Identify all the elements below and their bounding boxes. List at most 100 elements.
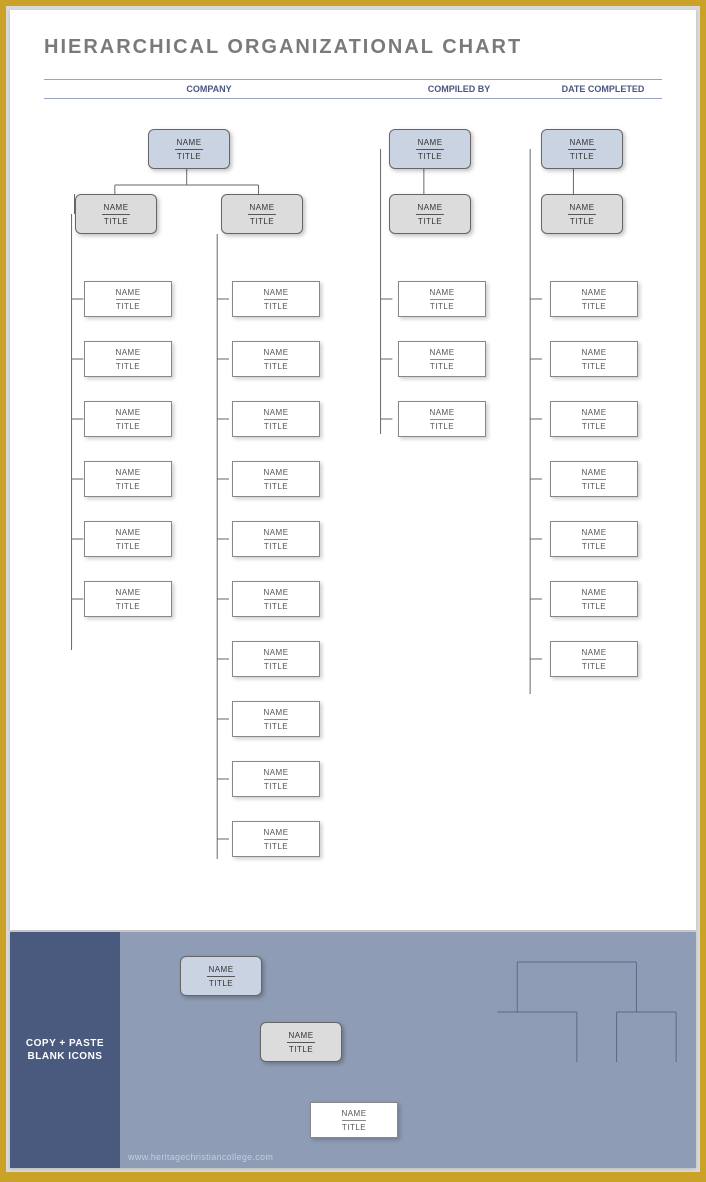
- divider-icon: [582, 599, 606, 600]
- node-name: NAME: [569, 203, 594, 212]
- leaf-name: NAME: [581, 648, 606, 657]
- leaf-b10: NAME TITLE: [232, 821, 320, 857]
- node-title: TITLE: [177, 152, 201, 161]
- leaf-a1: NAMETITLE: [84, 281, 172, 317]
- leaf-title: TITLE: [430, 422, 454, 431]
- leaf-title: TITLE: [264, 842, 288, 851]
- leaf-d2: NAMETITLE: [550, 341, 638, 377]
- leaf-title: TITLE: [264, 422, 288, 431]
- page2-heading-1: COPY + PASTE: [26, 1037, 104, 1050]
- leaf-name: NAME: [115, 408, 140, 417]
- divider-icon: [287, 1042, 315, 1043]
- node-title: TITLE: [570, 152, 594, 161]
- meta-row: COMPANY COMPILED BY DATE COMPLETED: [44, 79, 662, 99]
- leaf-b2: NAME TITLE: [232, 341, 320, 377]
- leaf-title: TITLE: [342, 1123, 366, 1132]
- node-name: NAME: [417, 138, 442, 147]
- leaf-name: NAME: [263, 828, 288, 837]
- leaf-name: NAME: [263, 708, 288, 717]
- leaf-name: NAME: [263, 648, 288, 657]
- page2-wrap: COPY + PASTE BLANK ICONS NAME T: [10, 932, 696, 1168]
- sample-leaf-node: NAME TITLE: [310, 1102, 398, 1138]
- leaf-name: NAME: [115, 468, 140, 477]
- divider-icon: [264, 839, 288, 840]
- leaf-name: NAME: [115, 588, 140, 597]
- node-title: TITLE: [418, 152, 442, 161]
- leaf-b7: NAMETITLE: [232, 641, 320, 677]
- org-chart: NAME TITLE NAME TITLE NAME TITLE NAME TI…: [44, 99, 662, 919]
- leaf-name: NAME: [263, 588, 288, 597]
- leaf-title: TITLE: [582, 422, 606, 431]
- divider-icon: [264, 599, 288, 600]
- divider-icon: [430, 359, 454, 360]
- divider-icon: [116, 479, 140, 480]
- leaf-title: TITLE: [264, 302, 288, 311]
- divider-icon: [264, 719, 288, 720]
- leaf-b4: NAMETITLE: [232, 461, 320, 497]
- leaf-name: NAME: [429, 288, 454, 297]
- header: HIERARCHICAL ORGANIZATIONAL CHART COMPAN…: [10, 10, 696, 99]
- top-node-2: NAME TITLE: [389, 129, 471, 169]
- leaf-d6: NAMETITLE: [550, 581, 638, 617]
- leaf-title: TITLE: [264, 782, 288, 791]
- mgr-node-c: NAME TITLE: [389, 194, 471, 234]
- leaf-title: TITLE: [264, 722, 288, 731]
- divider-icon: [264, 479, 288, 480]
- top-node-1: NAME TITLE: [148, 129, 230, 169]
- leaf-b6: NAMETITLE: [232, 581, 320, 617]
- leaf-title: TITLE: [264, 362, 288, 371]
- divider-icon: [102, 214, 130, 215]
- sample-grey-node: NAME TITLE: [260, 1022, 342, 1062]
- divider-icon: [264, 299, 288, 300]
- meta-date-label: DATE COMPLETED: [544, 84, 662, 94]
- leaf-title: TITLE: [582, 542, 606, 551]
- node-title: TITLE: [104, 217, 128, 226]
- leaf-a3: NAME TITLE: [84, 401, 172, 437]
- meta-compiled-label: COMPILED BY: [374, 84, 544, 94]
- leaf-d4: NAMETITLE: [550, 461, 638, 497]
- leaf-title: TITLE: [116, 362, 140, 371]
- leaf-title: TITLE: [116, 602, 140, 611]
- meta-company-label: COMPANY: [44, 84, 374, 94]
- leaf-title: TITLE: [582, 602, 606, 611]
- divider-icon: [116, 599, 140, 600]
- divider-icon: [264, 539, 288, 540]
- divider-icon: [582, 539, 606, 540]
- node-name: NAME: [417, 203, 442, 212]
- leaf-d5: NAME TITLE: [550, 521, 638, 557]
- divider-icon: [430, 299, 454, 300]
- divider-icon: [582, 299, 606, 300]
- divider-icon: [568, 149, 596, 150]
- leaf-title: TITLE: [116, 422, 140, 431]
- divider-icon: [264, 419, 288, 420]
- divider-icon: [116, 299, 140, 300]
- leaf-name: NAME: [263, 288, 288, 297]
- leaf-d7: NAMETITLE: [550, 641, 638, 677]
- leaf-name: NAME: [581, 528, 606, 537]
- leaf-title: TITLE: [264, 482, 288, 491]
- leaf-title: TITLE: [264, 542, 288, 551]
- page2-sidebar: COPY + PASTE BLANK ICONS: [10, 932, 120, 1168]
- divider-icon: [582, 479, 606, 480]
- leaf-name: NAME: [581, 288, 606, 297]
- divider-icon: [430, 419, 454, 420]
- leaf-title: TITLE: [430, 302, 454, 311]
- leaf-c2: NAMETITLE: [398, 341, 486, 377]
- leaf-name: NAME: [115, 288, 140, 297]
- divider-icon: [582, 419, 606, 420]
- divider-icon: [116, 359, 140, 360]
- node-title: TITLE: [289, 1045, 313, 1054]
- leaf-name: NAME: [263, 348, 288, 357]
- leaf-name: NAME: [341, 1109, 366, 1118]
- leaf-name: NAME: [581, 408, 606, 417]
- node-name: NAME: [208, 965, 233, 974]
- divider-icon: [207, 976, 235, 977]
- leaf-c1: NAME TITLE: [398, 281, 486, 317]
- node-name: NAME: [249, 203, 274, 212]
- sample-blue-node: NAME TITLE: [180, 956, 262, 996]
- leaf-a4: NAMETITLE: [84, 461, 172, 497]
- leaf-d3: NAME TITLE: [550, 401, 638, 437]
- divider-icon: [264, 359, 288, 360]
- node-title: TITLE: [250, 217, 274, 226]
- leaf-title: TITLE: [582, 362, 606, 371]
